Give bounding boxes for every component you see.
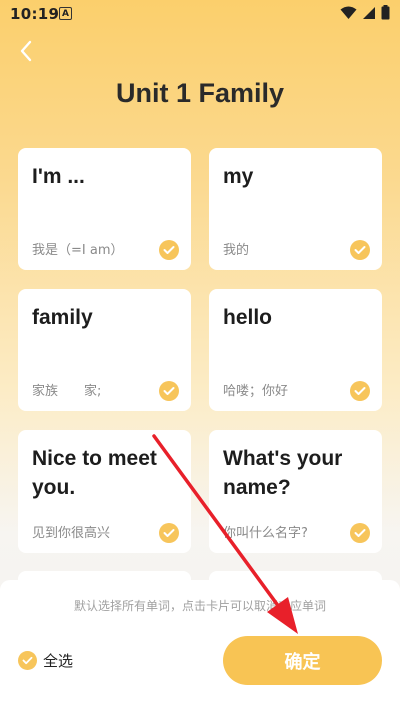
status-indicator: A [59,7,72,20]
check-icon [350,381,370,401]
bottom-panel: 默认选择所有单词，点击卡片可以取消对应单词 全选 确定 [0,580,400,710]
battery-icon [381,5,390,20]
card-word: What's your name? [223,447,343,499]
status-bar: 10:19 A [0,0,400,28]
card-word: hello [223,306,273,329]
check-icon [159,240,179,260]
card-meaning: 哈喽；你好 [223,384,289,399]
card-meaning: 家族 家; [32,384,102,399]
back-button[interactable] [14,38,38,64]
select-all-toggle[interactable]: 全选 [18,650,73,671]
word-card-nice-to-meet-you[interactable]: Nice to meet you. 见到你很高兴 [18,430,191,553]
check-icon [350,523,370,543]
card-word: my [223,165,254,188]
check-icon [18,651,37,670]
chevron-left-icon [20,40,32,62]
status-time: 10:19 [10,5,60,23]
card-meaning: 我的 [223,243,250,258]
word-card-my[interactable]: my 我的 [209,148,382,270]
card-word: family [32,306,93,329]
card-meaning: 我是（=I am） [32,243,124,258]
card-meaning: 你叫什么名字? [223,526,308,541]
check-icon [159,523,179,543]
card-word: Nice to meet you. [32,447,157,499]
word-card-family[interactable]: family 家族 家; [18,289,191,411]
status-icons [340,5,390,20]
page-title: Unit 1 Family [115,78,285,108]
signal-icon [363,6,375,19]
select-all-label: 全选 [43,652,74,670]
word-card-im[interactable]: I'm ... 我是（=I am） [18,148,191,270]
wifi-icon [340,6,357,19]
check-icon [350,240,370,260]
card-meaning: 见到你很高兴 [32,526,111,541]
card-word: I'm ... [32,165,85,188]
word-card-whats-your-name[interactable]: What's your name? 你叫什么名字? [209,430,382,553]
word-card-hello[interactable]: hello 哈喽；你好 [209,289,382,411]
check-icon [159,381,179,401]
selection-hint: 默认选择所有单词，点击卡片可以取消对应单词 [73,599,326,613]
confirm-button[interactable]: 确定 [223,636,382,685]
